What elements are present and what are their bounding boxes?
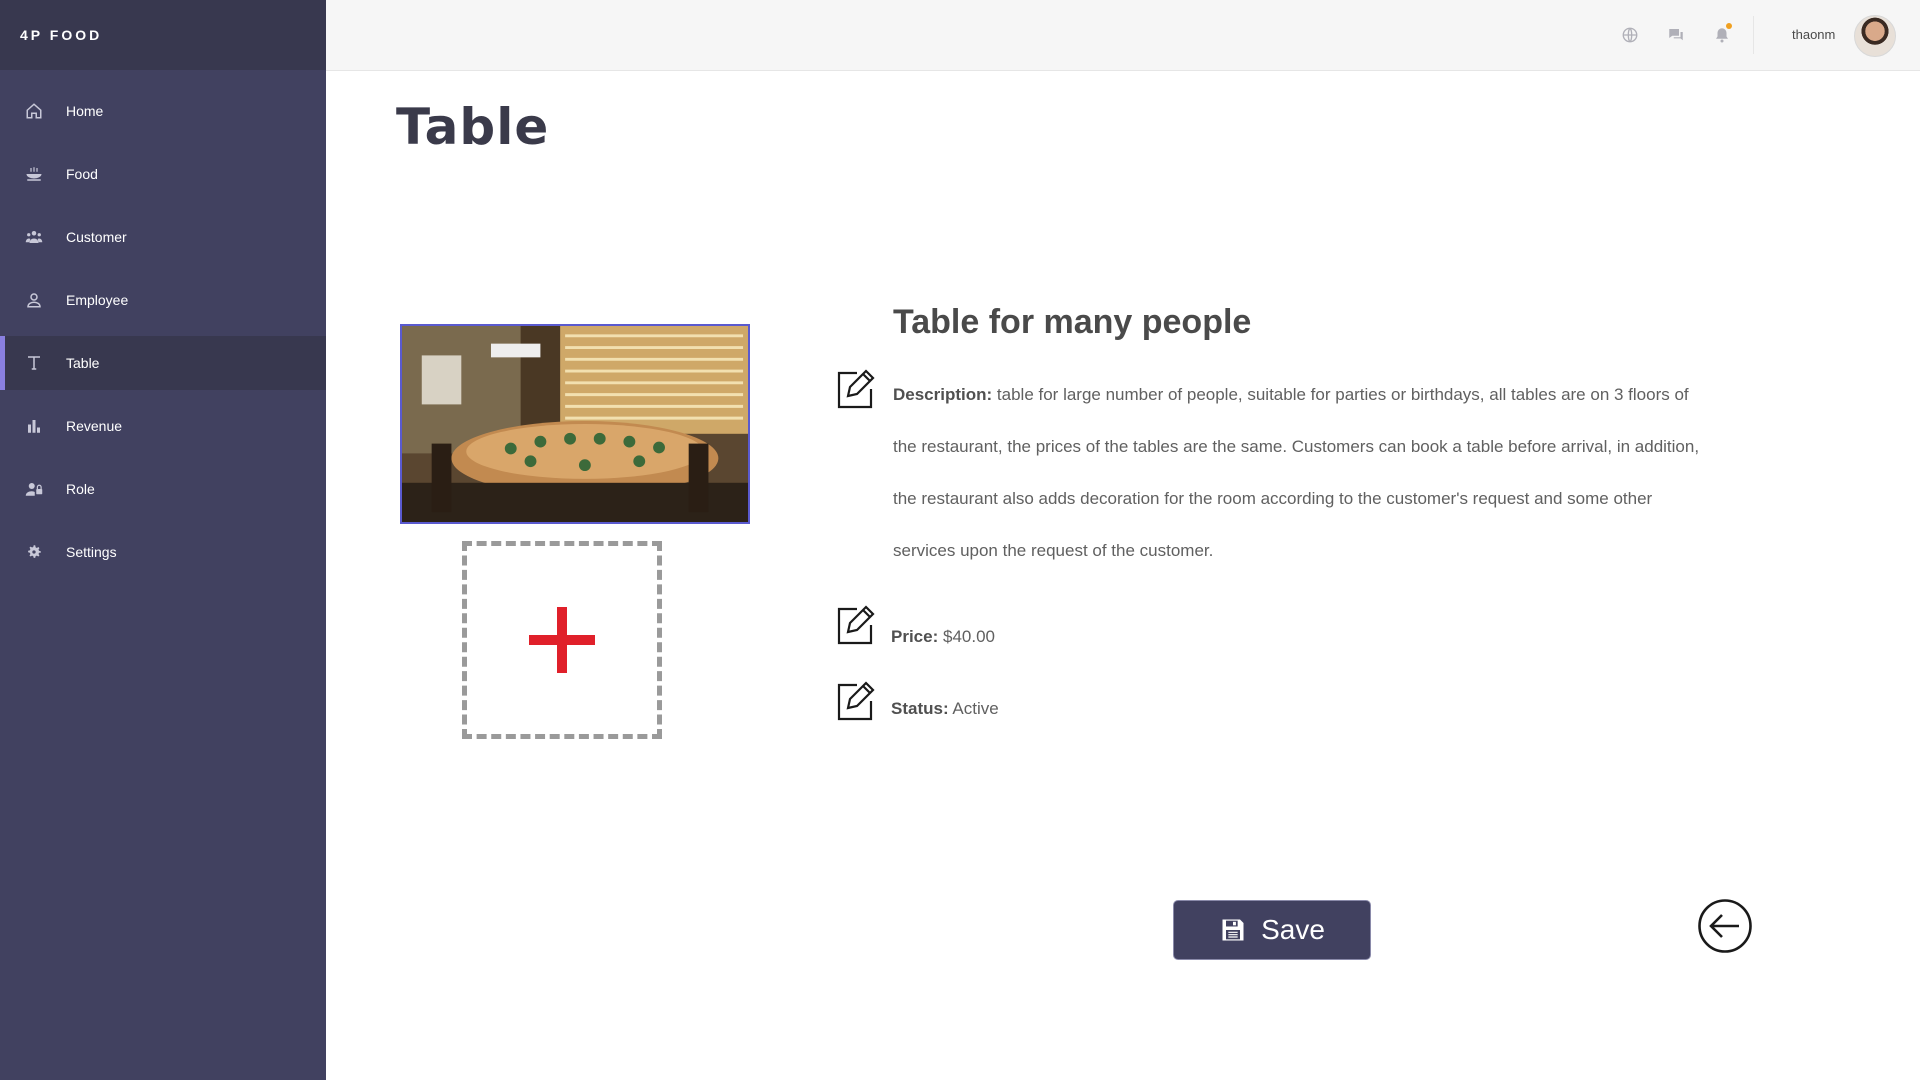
sidebar-item-home[interactable]: Home [0,84,326,138]
sidebar-item-role[interactable]: Role [0,462,326,516]
sidebar-item-customer[interactable]: Customer [0,210,326,264]
edit-description-icon[interactable] [833,367,877,411]
user-lock-icon [24,479,44,499]
add-image-button[interactable] [462,541,662,739]
notification-dot [1726,23,1732,29]
topbar: thaonm [326,0,1920,71]
sidebar-item-food[interactable]: Food [0,147,326,201]
description-text: table for large number of people, suitab… [893,385,1700,560]
sidebar-item-revenue[interactable]: Revenue [0,399,326,453]
edit-price-icon[interactable] [833,603,877,647]
arrow-left-circle-icon [1698,899,1752,953]
dining-room-image [402,326,748,522]
sidebar-item-label: Food [66,166,98,182]
item-title: Table for many people [893,303,1252,341]
back-button[interactable] [1697,898,1753,954]
text-t-icon [24,353,44,373]
price-value: $40.00 [942,627,995,646]
status-label: Status: [891,699,949,718]
home-icon [24,101,44,121]
sidebar-item-settings[interactable]: Settings [0,525,326,579]
plus-icon [529,607,595,673]
bell-icon[interactable] [1712,23,1732,45]
sidebar: 4P FOOD Home Food Customer Employee Tabl… [0,0,326,1080]
sidebar-item-label: Settings [66,544,117,560]
username[interactable]: thaonm [1792,27,1835,42]
sidebar-nav: Home Food Customer Employee Table Revenu… [0,70,326,579]
food-bowl-icon [24,164,44,184]
person-icon [24,290,44,310]
save-button-label: Save [1261,914,1325,945]
sidebar-item-table[interactable]: Table [0,336,326,390]
sidebar-item-label: Customer [66,229,127,245]
description: Description: table for large number of p… [893,369,1713,577]
avatar[interactable] [1854,15,1896,57]
sidebar-item-label: Role [66,481,95,497]
status-value: Active [952,699,999,718]
sidebar-item-label: Revenue [66,418,123,434]
edit-status-icon[interactable] [833,679,877,723]
topbar-divider [1753,16,1754,54]
sidebar-item-label: Table [66,355,100,371]
status-field: Status: Active [891,699,999,719]
price-label: Price: [891,627,939,646]
gear-icon [24,542,44,562]
save-button[interactable]: Save [1173,900,1371,960]
price-field: Price: $40.00 [891,627,995,647]
sidebar-item-label: Home [66,103,104,119]
table-photo[interactable] [400,324,750,524]
bar-chart-icon [24,416,44,436]
page-title: Table [396,98,550,156]
globe-icon[interactable] [1620,25,1640,45]
description-label: Description: [893,385,993,404]
floppy-disk-icon [1222,919,1244,941]
sidebar-item-employee[interactable]: Employee [0,273,326,327]
sidebar-item-label: Employee [66,292,129,308]
users-icon [24,227,44,247]
chat-icon[interactable] [1666,25,1686,45]
brand-logo[interactable]: 4P FOOD [0,0,326,70]
